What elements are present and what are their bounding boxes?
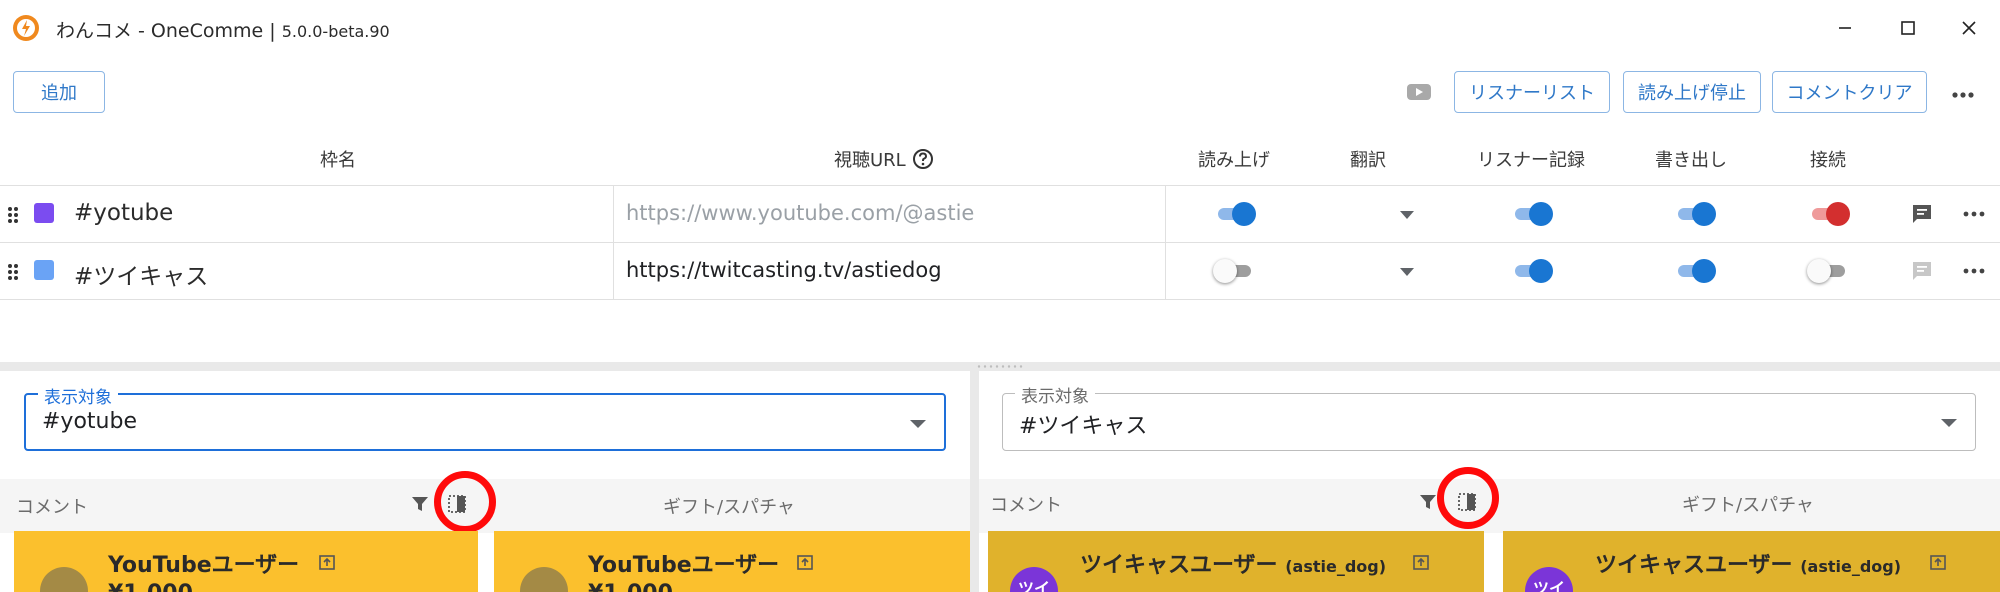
comment-card[interactable]: YouTubeユーザー ¥1,000 — [14, 531, 478, 592]
horizontal-splitter[interactable] — [0, 362, 2000, 371]
read-aloud-toggle[interactable] — [1213, 257, 1253, 285]
avatar — [520, 567, 568, 592]
header-connect: 接続 — [1810, 150, 1846, 171]
header-view-url-label: 視聴URL — [834, 150, 906, 171]
filter-icon[interactable] — [1418, 492, 1438, 512]
open-icon[interactable] — [1929, 553, 1947, 571]
card-user-name: ツイキャスユーザー (astie_dog) — [1080, 547, 1386, 579]
toggle-knob — [1826, 202, 1850, 226]
url-input[interactable]: https://twitcasting.tv/astiedog — [626, 258, 942, 282]
chevron-down-icon — [1941, 419, 1957, 427]
drag-handle-icon[interactable] — [7, 205, 19, 225]
divider — [0, 299, 2000, 300]
more-menu-button[interactable] — [1949, 81, 1977, 109]
chevron-down-icon — [910, 420, 926, 428]
header-export: 書き出し — [1655, 150, 1727, 171]
header-translate: 翻訳 — [1350, 150, 1386, 171]
gift-card[interactable]: YouTubeユーザー ¥1,000 — [494, 531, 970, 592]
frame-row[interactable]: #yotube https://www.youtube.com/@astie — [0, 186, 2000, 242]
display-target-label: 表示対象 — [38, 383, 118, 408]
card-user-name-text: ツイキャスユーザー — [1595, 553, 1793, 578]
add-button[interactable]: 追加 — [13, 71, 105, 113]
highlight-circle — [434, 471, 496, 533]
toggle-knob — [1213, 259, 1237, 283]
minimize-button[interactable] — [1831, 14, 1859, 42]
connect-toggle[interactable] — [1810, 200, 1850, 228]
avatar — [40, 567, 88, 592]
card-user-id: (astie_dog) — [1800, 557, 1902, 576]
connect-toggle[interactable] — [1807, 257, 1847, 285]
gift-card[interactable]: ツイ ツイキャスユーザー (astie_dog) — [1503, 531, 2000, 592]
row-more-icon[interactable] — [1962, 210, 1986, 218]
more-horizontal-icon — [1952, 92, 1974, 98]
help-icon[interactable] — [912, 148, 934, 170]
translate-dropdown-caret-icon[interactable] — [1400, 268, 1414, 276]
listener-record-toggle[interactable] — [1513, 200, 1553, 228]
display-target-value: #ツイキャス — [1019, 414, 1148, 439]
open-icon[interactable] — [318, 553, 336, 571]
toggle-knob — [1232, 202, 1256, 226]
display-target-value: #yotube — [42, 409, 137, 434]
display-target-select[interactable]: 表示対象 #ツイキャス — [1002, 382, 1976, 451]
maximize-button[interactable] — [1894, 14, 1922, 42]
clear-comments-button[interactable]: コメントクリア — [1772, 71, 1927, 113]
comment-card[interactable]: ツイ ツイキャスユーザー (astie_dog) — [988, 531, 1484, 592]
url-input[interactable]: https://www.youtube.com/@astie — [626, 201, 974, 225]
splitter-grip-icon — [977, 365, 1023, 368]
card-user-id: (astie_dog) — [1285, 557, 1387, 576]
listener-record-toggle[interactable] — [1513, 257, 1553, 285]
frame-row[interactable]: #ツイキャス https://twitcasting.tv/astiedog — [0, 243, 2000, 299]
header-read-aloud: 読み上げ — [1198, 150, 1270, 171]
comment-icon[interactable] — [1910, 259, 1934, 283]
avatar: ツイ — [1525, 567, 1573, 592]
export-toggle[interactable] — [1676, 257, 1716, 285]
window-title: わんコメ - OneComme | 5.0.0-beta.90 — [56, 16, 390, 43]
header-view-url: 視聴URL — [834, 146, 934, 172]
app-logo-icon — [13, 15, 39, 41]
frame-name-label[interactable]: #yotube — [74, 200, 173, 226]
export-toggle[interactable] — [1676, 200, 1716, 228]
minimize-icon — [1839, 27, 1851, 29]
card-user-name: YouTubeユーザー — [588, 553, 780, 578]
header-frame-name: 枠名 — [320, 150, 356, 171]
card-user-name: ツイキャスユーザー (astie_dog) — [1595, 547, 1901, 579]
close-icon — [1962, 21, 1976, 35]
toggle-knob — [1807, 259, 1831, 283]
stop-reading-button[interactable]: 読み上げ停止 — [1623, 71, 1761, 113]
app-name: わんコメ - OneComme | — [56, 20, 282, 42]
filter-icon[interactable] — [410, 494, 430, 514]
toggle-knob — [1692, 259, 1716, 283]
card-user-name-text: ツイキャスユーザー — [1080, 553, 1278, 578]
avatar: ツイ — [1010, 567, 1058, 592]
translate-dropdown-caret-icon[interactable] — [1400, 211, 1414, 219]
title-bar: わんコメ - OneComme | 5.0.0-beta.90 — [0, 0, 2000, 56]
toggle-knob — [1529, 202, 1553, 226]
card-user-name: YouTubeユーザー — [108, 553, 300, 578]
maximize-icon — [1901, 21, 1915, 35]
drag-handle-icon[interactable] — [7, 262, 19, 282]
highlight-circle — [1437, 467, 1499, 529]
toggle-knob — [1529, 259, 1553, 283]
read-aloud-toggle[interactable] — [1216, 200, 1256, 228]
display-target-label: 表示対象 — [1015, 382, 1095, 407]
close-button[interactable] — [1955, 14, 1983, 42]
listener-list-button[interactable]: リスナーリスト — [1454, 71, 1610, 113]
youtube-icon[interactable] — [1406, 82, 1432, 102]
card-amount: ¥1,000 — [108, 581, 193, 592]
frame-color-swatch[interactable] — [34, 260, 54, 280]
frame-color-swatch[interactable] — [34, 203, 54, 223]
frame-name-label[interactable]: #ツイキャス — [74, 257, 208, 291]
header-listener-record: リスナー記録 — [1477, 150, 1585, 171]
open-icon[interactable] — [1412, 553, 1430, 571]
vertical-splitter[interactable] — [970, 371, 979, 592]
row-more-icon[interactable] — [1962, 267, 1986, 275]
app-version: 5.0.0-beta.90 — [281, 22, 390, 41]
comment-icon[interactable] — [1910, 202, 1934, 226]
card-amount: ¥1,000 — [588, 581, 673, 592]
toggle-knob — [1692, 202, 1716, 226]
display-target-select[interactable]: 表示対象 #yotube — [24, 383, 946, 451]
open-icon[interactable] — [796, 553, 814, 571]
